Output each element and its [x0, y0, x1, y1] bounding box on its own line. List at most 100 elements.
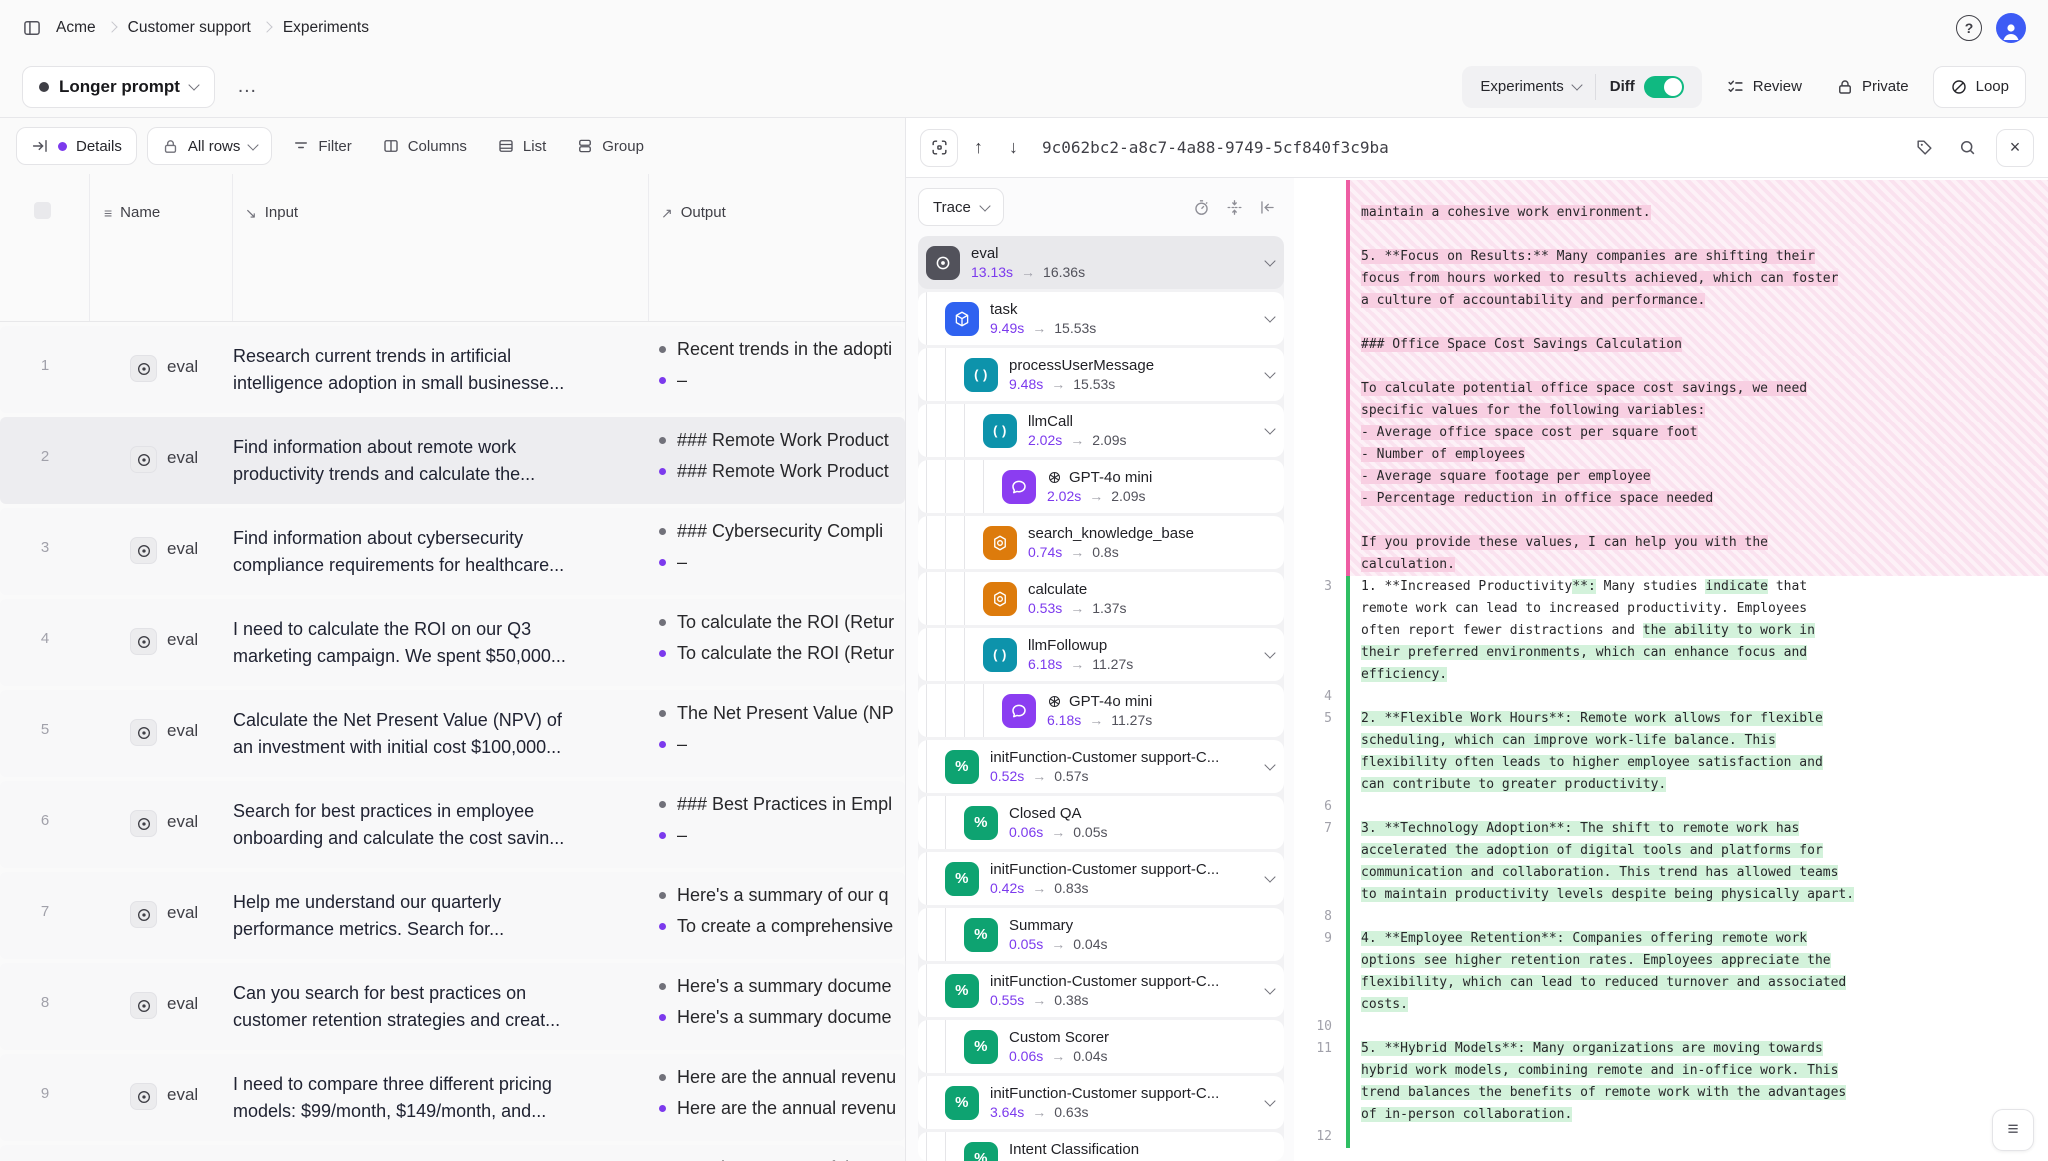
avatar[interactable]: [1996, 13, 2026, 43]
table-row[interactable]: 4 eval I need to calculate the ROI on ou…: [0, 599, 905, 686]
diff-toggle[interactable]: [1644, 76, 1684, 98]
span-info: search_knowledge_base 0.74s → 0.8s: [1028, 525, 1194, 560]
collapse-vertical-icon[interactable]: [1218, 194, 1251, 221]
column-header-input[interactable]: ↘ Input: [233, 174, 649, 321]
review-button[interactable]: Review: [1716, 69, 1812, 104]
group-button[interactable]: Group: [566, 129, 654, 163]
diff-line-number: [1294, 268, 1346, 290]
columns-button[interactable]: Columns: [372, 129, 477, 163]
table-row[interactable]: 9 eval I need to compare three different…: [0, 1054, 905, 1141]
trace-node[interactable]: % initFunction-Customer support-C... 0.5…: [918, 964, 1284, 1017]
breadcrumb-section[interactable]: Experiments: [283, 19, 369, 37]
trace-node[interactable]: % initFunction-Customer support-C... 0.5…: [918, 740, 1284, 793]
diff-line: 5 2. **Flexible Work Hours**: Remote wor…: [1294, 708, 2048, 730]
trace-node[interactable]: search_knowledge_base 0.74s → 0.8s: [918, 516, 1284, 569]
span-info: task 9.49s → 15.53s: [990, 301, 1096, 336]
span-name: Intent Classification: [1009, 1141, 1139, 1158]
next-row-icon[interactable]: ↓: [999, 131, 1028, 164]
search-icon[interactable]: [1949, 132, 1986, 163]
trace-node[interactable]: GPT-4o mini 6.18s → 11.27s: [918, 684, 1284, 737]
prev-row-icon[interactable]: ↑: [964, 131, 993, 164]
more-menu-button[interactable]: …: [229, 71, 266, 102]
trace-node[interactable]: % Intent Classification →: [918, 1132, 1284, 1161]
expand-trace-icon[interactable]: [920, 129, 958, 167]
trace-node[interactable]: eval 13.13s → 16.36s: [918, 236, 1284, 289]
diff-line-text: [1350, 906, 2048, 928]
tree-indent: [926, 852, 945, 905]
logs-toggle-button[interactable]: ≡: [1992, 1109, 2034, 1151]
row-number: 7: [0, 872, 90, 959]
select-all-checkbox[interactable]: [34, 202, 51, 219]
column-header-name[interactable]: ≡ Name: [90, 174, 233, 321]
trace-node[interactable]: calculate 0.53s → 1.37s: [918, 572, 1284, 625]
column-header-output[interactable]: ↗ Output: [649, 174, 905, 321]
trace-node[interactable]: % Custom Scorer 0.06s → 0.04s: [918, 1020, 1284, 1073]
diff-line-number: [1294, 620, 1346, 642]
timing-icon[interactable]: [1185, 194, 1218, 221]
chevron-down-icon[interactable]: [1264, 423, 1275, 434]
diff-line-number: [1294, 224, 1346, 246]
list-button[interactable]: List: [487, 129, 556, 163]
chevron-down-icon[interactable]: [1264, 759, 1275, 770]
all-rows-dropdown[interactable]: All rows: [147, 127, 273, 165]
chevron-down-icon[interactable]: [1264, 1095, 1275, 1106]
chevron-down-icon[interactable]: [1264, 983, 1275, 994]
chevron-down-icon[interactable]: [1264, 255, 1275, 266]
eval-icon: [130, 992, 157, 1019]
chevron-down-icon[interactable]: [1264, 367, 1275, 378]
span-type-icon: [1002, 470, 1036, 504]
table-row[interactable]: 3 eval Find information about cybersecur…: [0, 508, 905, 595]
diff-line: focus from hours worked to results achie…: [1294, 268, 2048, 290]
row-number: 4: [0, 599, 90, 686]
span-name: llmCall: [1028, 413, 1073, 430]
diff-line: If you provide these values, I can help …: [1294, 532, 2048, 554]
sidebar-toggle-icon[interactable]: [22, 18, 42, 38]
table-row[interactable]: 1 eval Research current trends in artifi…: [0, 326, 905, 413]
chevron-down-icon[interactable]: [1264, 647, 1275, 658]
trace-node[interactable]: ( ) processUserMessage 9.48s → 15.53s: [918, 348, 1284, 401]
app-root: Acme Customer support Experiments ? Long…: [0, 0, 2048, 1161]
loop-button[interactable]: Loop: [1933, 66, 2026, 108]
row-output-cell: ### Best Practices in Empl –: [649, 781, 905, 868]
trace-node[interactable]: % Closed QA 0.06s → 0.05s: [918, 796, 1284, 849]
diff-line-text: to maintain productivity levels despite …: [1350, 884, 2048, 906]
table-row[interactable]: 8 eval Can you search for best practices…: [0, 963, 905, 1050]
diff-line-text: options see higher retention rates. Empl…: [1350, 950, 2048, 972]
private-button[interactable]: Private: [1826, 70, 1919, 104]
span-duration-secondary: 0.05s: [1073, 824, 1107, 840]
table-row[interactable]: 5 eval Calculate the Net Present Value (…: [0, 690, 905, 777]
collapse-left-icon[interactable]: [1251, 194, 1284, 221]
diff-line: of in-person collaboration.: [1294, 1104, 2048, 1126]
row-input-cell: I need to compare three different pricin…: [233, 1054, 649, 1141]
trace-node[interactable]: ( ) llmCall 2.02s → 2.09s: [918, 404, 1284, 457]
table-row[interactable]: 10 eval Research industry standards for …: [0, 1145, 905, 1161]
diff-line-number: [1294, 730, 1346, 752]
trace-node[interactable]: % initFunction-Customer support-C... 3.6…: [918, 1076, 1284, 1129]
help-icon[interactable]: ?: [1956, 15, 1982, 41]
trace-node[interactable]: % Summary 0.05s → 0.04s: [918, 908, 1284, 961]
chevron-down-icon[interactable]: [1264, 871, 1275, 882]
row-input-line2: onboarding and calculate the cost savin.…: [233, 825, 649, 852]
chevron-down-icon[interactable]: [1264, 311, 1275, 322]
trace-node[interactable]: task 9.49s → 15.53s: [918, 292, 1284, 345]
trace-node[interactable]: GPT-4o mini 2.02s → 2.09s: [918, 460, 1284, 513]
table-row[interactable]: 2 eval Find information about remote wor…: [0, 417, 905, 504]
breadcrumb-project[interactable]: Customer support: [128, 19, 251, 37]
table-row[interactable]: 6 eval Search for best practices in empl…: [0, 781, 905, 868]
breadcrumb-org[interactable]: Acme: [56, 19, 96, 37]
table-row[interactable]: 7 eval Help me understand our quarterly …: [0, 872, 905, 959]
view-selector-dropdown[interactable]: Experiments: [1466, 66, 1594, 108]
experiment-selector[interactable]: Longer prompt: [22, 66, 215, 108]
bullet-purple-icon: [659, 468, 666, 475]
eval-icon: [130, 810, 157, 837]
tag-icon[interactable]: [1906, 132, 1943, 163]
eval-icon: [130, 628, 157, 655]
filter-button[interactable]: Filter: [282, 129, 361, 163]
close-icon[interactable]: ×: [1996, 129, 2034, 167]
trace-node[interactable]: % initFunction-Customer support-C... 0.4…: [918, 852, 1284, 905]
details-button[interactable]: Details: [16, 127, 137, 165]
chevron-down-icon: [248, 139, 259, 150]
trace-node[interactable]: ( ) llmFollowup 6.18s → 11.27s: [918, 628, 1284, 681]
diff-line-text: To calculate potential office space cost…: [1350, 378, 2048, 400]
trace-view-dropdown[interactable]: Trace: [918, 188, 1004, 226]
